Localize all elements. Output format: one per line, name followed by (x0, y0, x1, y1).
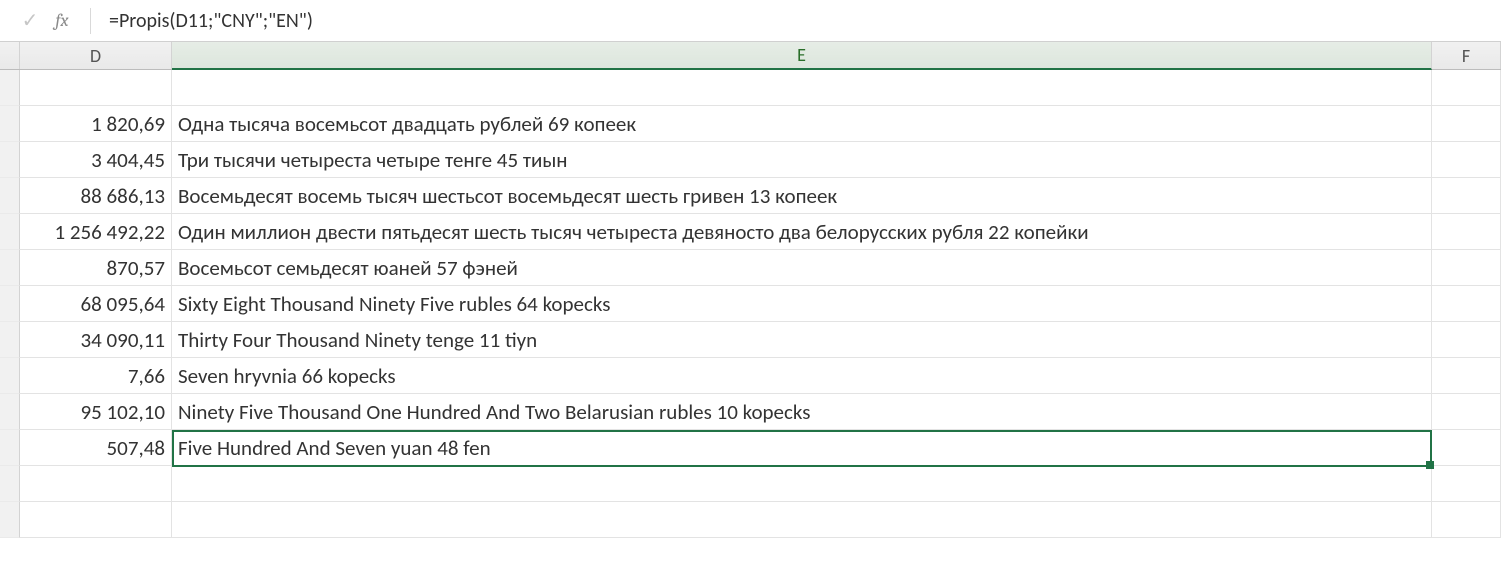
cell[interactable]: Восемьсот семьдесят юаней 57 фэней (172, 250, 1432, 286)
cell[interactable]: Ninety Five Thousand One Hundred And Two… (172, 394, 1432, 430)
row-header[interactable] (0, 430, 20, 466)
cell[interactable] (1432, 358, 1501, 394)
cell[interactable]: Five Hundred And Seven yuan 48 fen (172, 430, 1432, 466)
cell[interactable]: Три тысячи четыреста четыре тенге 45 тиы… (172, 142, 1432, 178)
column-header-e[interactable]: E (172, 42, 1432, 70)
cell[interactable]: Sixty Eight Thousand Ninety Five rubles … (172, 286, 1432, 322)
cell[interactable]: 7,66 (20, 358, 172, 394)
row-header[interactable] (0, 178, 20, 214)
cell[interactable] (20, 466, 172, 502)
formula-input[interactable] (97, 0, 1501, 41)
cell[interactable]: Восемьдесят восемь тысяч шестьсот восемь… (172, 178, 1432, 214)
cell[interactable]: 870,57 (20, 250, 172, 286)
cell[interactable]: Одна тысяча восемьсот двадцать рублей 69… (172, 106, 1432, 142)
column-header-f[interactable]: F (1432, 42, 1501, 69)
cell[interactable] (1432, 178, 1501, 214)
cell[interactable] (1432, 70, 1501, 106)
row-header[interactable] (0, 358, 20, 394)
formula-bar: ✓ fx (0, 0, 1501, 42)
cell[interactable] (1432, 430, 1501, 466)
cell[interactable] (20, 70, 172, 106)
row-header[interactable] (0, 142, 20, 178)
cell[interactable]: Thirty Four Thousand Ninety tenge 11 tiy… (172, 322, 1432, 358)
cell[interactable]: 34 090,11 (20, 322, 172, 358)
cell[interactable]: 68 095,64 (20, 286, 172, 322)
row-header[interactable] (0, 322, 20, 358)
cell[interactable]: 1 820,69 (20, 106, 172, 142)
cell[interactable] (20, 502, 172, 538)
cell[interactable] (1432, 214, 1501, 250)
row-header[interactable] (0, 214, 20, 250)
row-header[interactable] (0, 466, 20, 502)
cell[interactable] (1432, 502, 1501, 538)
cell[interactable] (172, 70, 1432, 106)
cell[interactable] (1432, 142, 1501, 178)
cell[interactable]: 95 102,10 (20, 394, 172, 430)
cell[interactable] (172, 502, 1432, 538)
cell[interactable] (1432, 286, 1501, 322)
cell[interactable] (1432, 106, 1501, 142)
cell[interactable] (172, 466, 1432, 502)
formula-confirm-icon[interactable]: ✓ (16, 11, 44, 31)
select-all-corner[interactable] (0, 42, 20, 69)
formula-bar-separator (90, 8, 91, 34)
cell[interactable]: 88 686,13 (20, 178, 172, 214)
cell[interactable] (1432, 322, 1501, 358)
cell[interactable]: 3 404,45 (20, 142, 172, 178)
cell[interactable]: Один миллион двести пятьдесят шесть тыся… (172, 214, 1432, 250)
cell[interactable] (1432, 466, 1501, 502)
row-header[interactable] (0, 250, 20, 286)
row-header[interactable] (0, 70, 20, 106)
fx-icon[interactable]: fx (44, 12, 80, 30)
column-headers: D E F (0, 42, 1501, 70)
spreadsheet-grid[interactable]: 1 820,69Одна тысяча восемьсот двадцать р… (0, 70, 1501, 538)
cell[interactable]: 1 256 492,22 (20, 214, 172, 250)
row-header[interactable] (0, 394, 20, 430)
row-header[interactable] (0, 286, 20, 322)
cell[interactable] (1432, 394, 1501, 430)
row-header[interactable] (0, 106, 20, 142)
cell[interactable] (1432, 250, 1501, 286)
row-header[interactable] (0, 502, 20, 538)
cell[interactable]: Seven hryvnia 66 kopecks (172, 358, 1432, 394)
column-header-d[interactable]: D (20, 42, 172, 69)
cell[interactable]: 507,48 (20, 430, 172, 466)
